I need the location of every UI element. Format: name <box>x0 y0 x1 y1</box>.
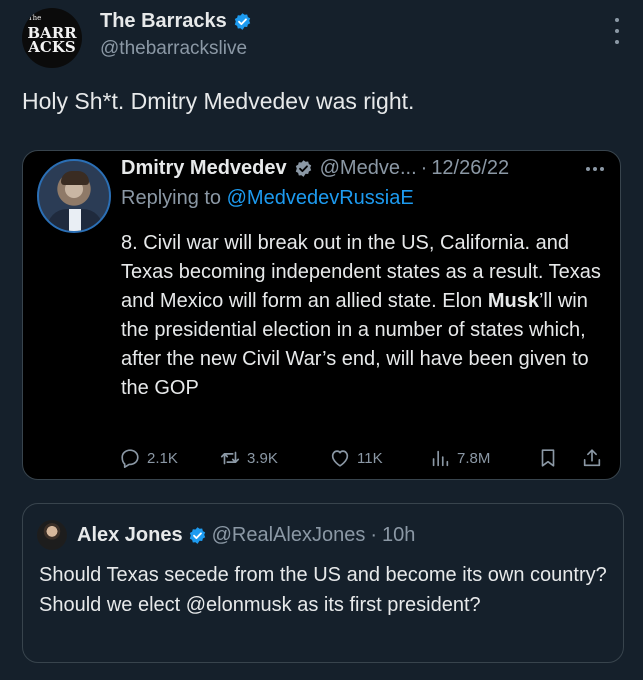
retweet-icon <box>219 447 241 469</box>
quoted-tweet-text: 8. Civil war will break out in the US, C… <box>121 229 611 403</box>
like-count: 11K <box>357 449 383 467</box>
retweet-count: 3.9K <box>247 449 278 467</box>
alexjones-time[interactable]: 10h <box>382 524 415 547</box>
reply-icon <box>119 447 141 469</box>
quoted-date[interactable]: 12/26/22 <box>431 157 509 180</box>
barracks-avatar[interactable]: The BARR ACKS <box>22 8 82 68</box>
main-author-handle[interactable]: @thebarrackslive <box>100 38 247 60</box>
bookmark-button[interactable] <box>537 447 559 469</box>
quoted-separator: · <box>420 157 428 179</box>
quoted-author-row: Dmitry Medvedev @Medve... · 12/26/22 <box>121 157 509 180</box>
replying-prefix: Replying to <box>121 187 227 209</box>
verified-badge-icon <box>233 12 252 31</box>
quoted-author-handle[interactable]: @Medve... <box>320 157 417 180</box>
avatar-logo-the: The <box>28 14 42 22</box>
quoted-tweet-card[interactable]: Dmitry Medvedev @Medve... · 12/26/22 Rep… <box>22 150 621 480</box>
main-author-name[interactable]: The Barracks <box>100 10 227 33</box>
views-count: 7.8M <box>457 449 491 467</box>
share-icon <box>581 447 603 469</box>
share-button[interactable] <box>581 447 603 469</box>
alexjones-tweet-text: Should Texas secede from the US and beco… <box>39 564 607 616</box>
main-author-name-row: The Barracks <box>100 10 252 33</box>
views-icon <box>429 447 451 469</box>
tweet-screenshot: The BARR ACKS The Barracks @thebarracksl… <box>0 0 643 680</box>
reply-button[interactable]: 2.1K <box>119 447 178 469</box>
avatar-logo-line2: ACKS <box>28 38 76 56</box>
medvedev-avatar[interactable] <box>37 159 111 233</box>
alexjones-author-row: Alex Jones @RealAlexJones · 10h <box>77 524 415 547</box>
alexjones-handle[interactable]: @RealAlexJones <box>212 524 366 547</box>
bookmark-icon <box>537 447 559 469</box>
quoted-author-name[interactable]: Dmitry Medvedev <box>121 157 287 180</box>
more-icon[interactable] <box>613 18 621 44</box>
quoted-tweet-card-alexjones[interactable]: Alex Jones @RealAlexJones · 10h Should T… <box>22 503 624 663</box>
views-button[interactable]: 7.8M <box>429 447 490 469</box>
like-icon <box>329 447 351 469</box>
quoted-more-icon[interactable] <box>586 167 604 171</box>
quoted-text-bold: Musk <box>487 290 539 312</box>
main-tweet-text: Holy Sh*t. Dmitry Medvedev was right. <box>22 88 415 114</box>
gray-verified-badge-icon <box>294 159 313 178</box>
retweet-button[interactable]: 3.9K <box>219 447 278 469</box>
quoted-action-bar: 2.1K 3.9K 11K 7.8M <box>119 445 611 471</box>
alexjones-name[interactable]: Alex Jones <box>77 524 183 547</box>
alexjones-avatar[interactable] <box>37 520 67 550</box>
verified-badge-icon <box>188 526 207 545</box>
reply-count: 2.1K <box>147 449 178 467</box>
like-button[interactable]: 11K <box>329 447 383 469</box>
alexjones-separator: · <box>370 524 377 546</box>
replying-to-line: Replying to @MedvedevRussiaE <box>121 187 414 210</box>
replying-mention-link[interactable]: @MedvedevRussiaE <box>227 187 414 209</box>
